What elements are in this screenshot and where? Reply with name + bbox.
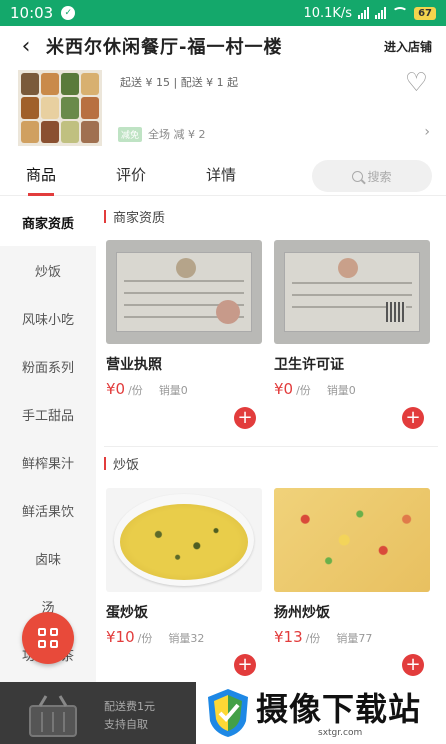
search-label: 搜索 [367, 169, 392, 184]
shield-icon: ✓ [61, 6, 76, 20]
price-row: ¥0 /份 销量0 [106, 380, 262, 398]
min-order-text: 起送 ¥ 15 | 配送 ¥ 1 起 [120, 76, 239, 89]
signal-icon-2 [375, 7, 387, 19]
store-info: 起送 ¥ 15 | 配送 ¥ 1 起 ♡ 减免 全场 减 ¥ 2 › [0, 66, 446, 150]
chevron-right-icon[interactable]: › [424, 124, 430, 140]
watermark-url: sxtgr.com [318, 728, 363, 738]
status-time: 10:03 [10, 4, 54, 22]
price-row: ¥0 /份 销量0 [274, 380, 430, 398]
watermark-title: 摄像下载站 [256, 690, 422, 728]
arrow-left-icon[interactable]: ‹ [10, 34, 42, 59]
pickup-text: 支持自取 [104, 718, 148, 731]
product-price: ¥0 [274, 380, 294, 398]
grid-icon [38, 628, 58, 648]
tab-reviews[interactable]: 评价 [116, 164, 146, 185]
store-name: 米西尔休闲餐厅-福一村一楼 [46, 37, 283, 58]
product-card[interactable]: 营业执照 ¥0 /份 销量0 [106, 240, 262, 398]
store-thumbnail [18, 70, 102, 146]
category-menu-button[interactable] [22, 612, 74, 664]
add-to-cart-button[interactable]: + [234, 407, 256, 429]
product-name: 营业执照 [106, 357, 162, 373]
product-image [274, 240, 430, 344]
product-unit: /份 [137, 632, 153, 645]
tab-bar: 商品 评价 详情 搜索 [0, 150, 446, 196]
category-item[interactable]: 风味小吃 [0, 294, 96, 342]
delivery-fee-text: 配送费1元 [104, 700, 155, 713]
product-card[interactable]: 卫生许可证 ¥0 /份 销量0 [274, 240, 430, 398]
product-name: 蛋炒饭 [106, 605, 148, 621]
product-image [274, 488, 430, 592]
category-item[interactable]: 鲜活果饮 [0, 486, 96, 534]
product-unit: /份 [305, 632, 321, 645]
header: ‹ 米西尔休闲餐厅-福一村一楼 进入店铺 [0, 26, 446, 66]
category-item[interactable]: 粉面系列 [0, 342, 96, 390]
heart-icon[interactable]: ♡ [405, 68, 428, 98]
product-unit: /份 [296, 384, 311, 397]
product-name: 扬州炒饭 [274, 605, 330, 621]
product-sales: 销量0 [326, 384, 356, 397]
battery-icon: 67 [414, 6, 436, 20]
category-sidebar: 商家资质 炒饭 风味小吃 粉面系列 手工甜品 鲜榨果汁 鲜活果饮 卤味 汤 功夫… [0, 198, 96, 682]
add-to-cart-button[interactable]: + [234, 654, 256, 676]
search-icon [352, 170, 364, 182]
watermark-banner: 摄像下载站 sxtgr.com [196, 682, 446, 744]
product-sales: 销量77 [336, 632, 373, 645]
promo-row[interactable]: 减免 全场 减 ¥ 2 [118, 126, 206, 142]
promo-tag: 减免 [118, 126, 143, 142]
product-price: ¥10 [106, 628, 135, 646]
product-sales: 销量0 [158, 384, 188, 397]
category-item[interactable]: 手工甜品 [0, 390, 96, 438]
enter-store-button[interactable]: 进入店铺 [384, 38, 432, 55]
wifi-icon [392, 7, 409, 19]
status-bar: 10:03 ✓ 10.1K/s 67 [0, 0, 446, 26]
product-card[interactable]: 扬州炒饭 ¥13 /份 销量77 [274, 488, 430, 646]
section-title: 商家资质 [104, 207, 165, 226]
price-row: ¥13 /份 销量77 [274, 628, 430, 646]
product-image [106, 488, 262, 592]
product-list: 商家资质 营业执照 ¥0 /份 销量0 + 卫生许可证 ¥0 /份 销量0 + … [96, 198, 446, 682]
watermark-logo [208, 689, 248, 737]
tab-underline [28, 193, 54, 196]
price-row: ¥10 /份 销量32 [106, 628, 262, 646]
product-name: 卫生许可证 [274, 357, 344, 373]
product-unit: /份 [128, 384, 143, 397]
bottom-bar: 配送费1元 支持自取 摄像下载站 sxtgr.com [0, 682, 446, 744]
section-title: 炒饭 [104, 454, 139, 473]
category-item[interactable]: 商家资质 [0, 198, 96, 246]
product-price: ¥13 [274, 628, 303, 646]
tab-details[interactable]: 详情 [206, 164, 236, 185]
tab-products[interactable]: 商品 [26, 164, 56, 185]
category-item[interactable]: 卤味 [0, 534, 96, 582]
status-right: 10.1K/s 67 [303, 6, 436, 21]
product-card[interactable]: 蛋炒饭 ¥10 /份 销量32 [106, 488, 262, 646]
shopping-basket-icon[interactable] [22, 692, 84, 740]
signal-icon [358, 7, 370, 19]
promo-text: 全场 减 ¥ 2 [148, 128, 206, 141]
network-speed: 10.1K/s [303, 5, 353, 21]
section-divider [104, 446, 438, 447]
product-image [106, 240, 262, 344]
product-price: ¥0 [106, 380, 126, 398]
add-to-cart-button[interactable]: + [402, 407, 424, 429]
search-input[interactable]: 搜索 [312, 160, 432, 192]
category-item[interactable]: 炒饭 [0, 246, 96, 294]
category-item[interactable]: 鲜榨果汁 [0, 438, 96, 486]
product-sales: 销量32 [168, 632, 205, 645]
add-to-cart-button[interactable]: + [402, 654, 424, 676]
